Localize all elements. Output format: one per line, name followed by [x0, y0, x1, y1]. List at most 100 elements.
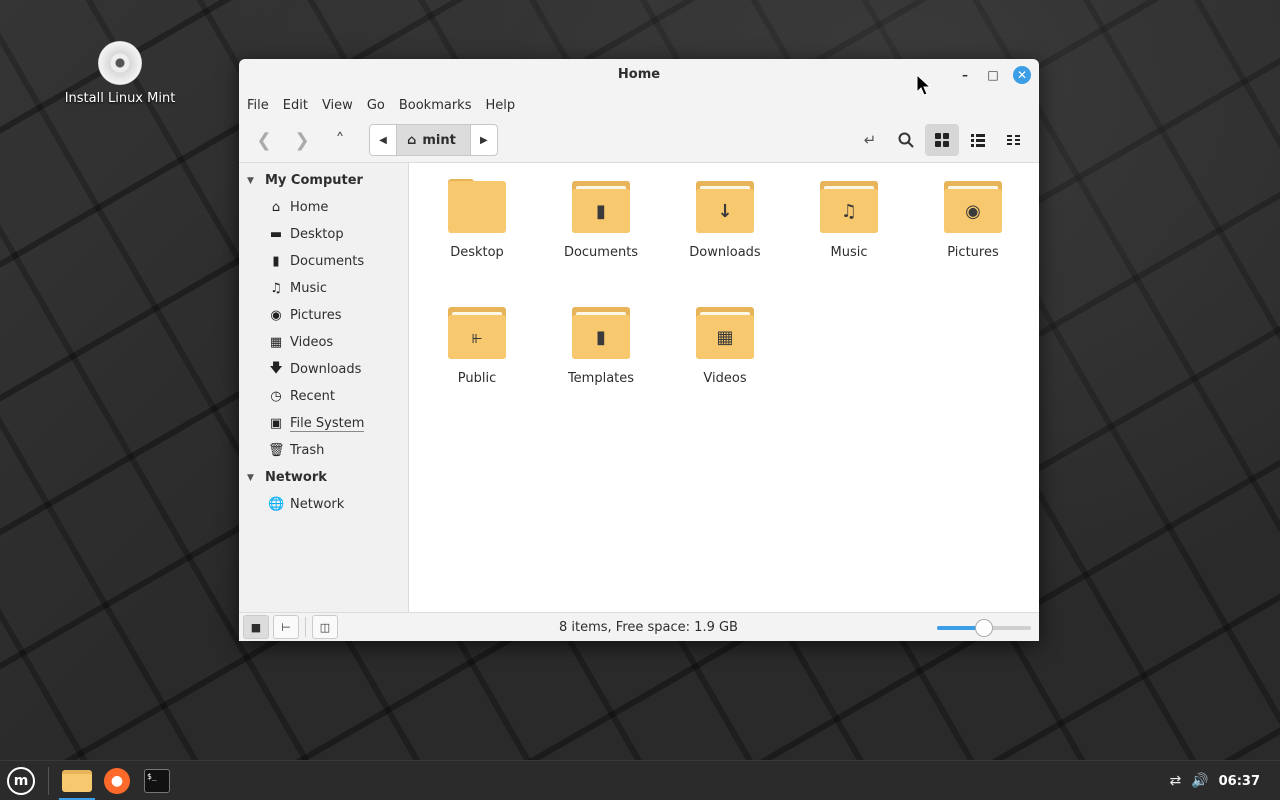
sidebar-item-network[interactable]: 🌐 Network — [239, 491, 408, 518]
taskbar-app-files[interactable] — [57, 761, 97, 800]
mouse-cursor — [916, 73, 932, 100]
file-item-label: Pictures — [947, 245, 999, 260]
show-treeview-button[interactable]: ⊢ — [273, 615, 299, 639]
folder-template-icon: ▮ — [572, 307, 630, 361]
path-crumb-home[interactable]: ⌂ mint — [396, 125, 471, 155]
sidebar-item-downloads[interactable]: 🡇 Downloads — [239, 356, 408, 383]
file-item-music[interactable]: ♫ Music — [787, 177, 911, 289]
desktop-icon-install-linux-mint[interactable]: Install Linux Mint — [60, 38, 180, 106]
disc-icon — [98, 41, 142, 85]
folder-music-icon: ♫ — [820, 181, 878, 235]
toolbar: ❮ ❯ ˄ ◀ ⌂ mint ▶ ↵ — [239, 119, 1039, 161]
clock-icon: ◷ — [270, 389, 282, 404]
zoom-slider[interactable] — [937, 619, 1031, 637]
menu-file[interactable]: File — [247, 98, 269, 113]
search-button[interactable] — [889, 124, 923, 156]
file-item-label: Documents — [563, 245, 639, 260]
file-item-label: Desktop — [450, 245, 504, 260]
hide-sidebar-button[interactable]: ◫ — [312, 615, 338, 639]
sidebar-item-label: Downloads — [290, 362, 362, 377]
folder-share-icon: ⫦ — [448, 307, 506, 361]
status-separator — [305, 617, 306, 637]
minimize-button[interactable]: – — [957, 67, 973, 83]
files-icon — [62, 769, 92, 792]
forward-button[interactable]: ❯ — [285, 124, 319, 156]
up-button[interactable]: ˄ — [323, 124, 357, 156]
sidebar-item-label: Desktop — [290, 227, 344, 242]
desktop-icon-label: Install Linux Mint — [64, 91, 176, 106]
home-icon: ⌂ — [271, 200, 281, 215]
folder-small-icon: ■ — [250, 620, 262, 634]
firefox-icon: ● — [104, 767, 130, 794]
path-left-arrow[interactable]: ◀ — [370, 125, 396, 155]
file-item-label: Videos — [703, 371, 747, 386]
sidebar-item-trash[interactable]: 🗑 Trash — [239, 437, 408, 464]
sidebar-item-label: Home — [290, 200, 329, 215]
terminal-icon: $_ — [144, 768, 170, 793]
sidebar-item-home[interactable]: ⌂ Home — [239, 194, 408, 221]
menu-go[interactable]: Go — [367, 98, 385, 113]
sidebar-item-file-system[interactable]: ▣ File System — [239, 410, 408, 437]
sidebar-item-music[interactable]: ♫ Music — [239, 275, 408, 302]
list-icon — [971, 134, 985, 147]
file-item-downloads[interactable]: ↓ Downloads — [663, 177, 787, 289]
file-item-public[interactable]: ⫦ Public — [415, 303, 539, 415]
icon-view-button[interactable] — [925, 124, 959, 156]
start-menu-button[interactable]: m — [0, 761, 42, 800]
status-bar: ■ ⊢ ◫ 8 items, Free space: 1.9 GB — [239, 612, 1039, 641]
taskbar-app-terminal[interactable]: $_ — [137, 761, 177, 800]
folder-film-icon: ▦ — [696, 307, 754, 361]
sidebar-item-recent[interactable]: ◷ Recent — [239, 383, 408, 410]
folder-document-icon: ▮ — [572, 181, 630, 235]
file-item-videos[interactable]: ▦ Videos — [663, 303, 787, 415]
sidebar-item-label: Documents — [290, 254, 365, 269]
sidebar-item-pictures[interactable]: ◉ Pictures — [239, 302, 408, 329]
menu-help[interactable]: Help — [485, 98, 515, 113]
list-view-button[interactable] — [961, 124, 995, 156]
sidebar-section-label: My Computer — [265, 173, 363, 188]
file-item-desktop[interactable]: Desktop — [415, 177, 539, 289]
network-icon[interactable]: ⇄ — [1169, 773, 1181, 789]
sidebar-item-desktop[interactable]: ▬ Desktop — [239, 221, 408, 248]
file-item-documents[interactable]: ▮ Documents — [539, 177, 663, 289]
maximize-button[interactable]: □ — [985, 67, 1001, 83]
close-button[interactable]: ✕ — [1013, 66, 1031, 84]
path-right-arrow[interactable]: ▶ — [471, 125, 497, 155]
film-icon: ▦ — [269, 335, 283, 350]
volume-icon[interactable]: 🔊 — [1191, 773, 1208, 789]
menu-view[interactable]: View — [322, 98, 353, 113]
tree-icon: ⊢ — [281, 620, 291, 634]
file-item-pictures[interactable]: ◉ Pictures — [911, 177, 1035, 289]
file-item-templates[interactable]: ▮ Templates — [539, 303, 663, 415]
file-item-label: Public — [457, 371, 497, 386]
file-view[interactable]: Desktop ▮ Documents ↓ Downloads ♫ Music … — [409, 163, 1039, 612]
toggle-location-button[interactable]: ↵ — [853, 124, 887, 156]
sidebar-section-network[interactable]: ▼ Network — [239, 464, 408, 491]
menu-bookmarks[interactable]: Bookmarks — [399, 98, 472, 113]
show-places-button[interactable]: ■ — [243, 615, 269, 639]
path-crumb-label: mint — [422, 132, 456, 148]
content-area: ▼ My Computer ⌂ Home ▬ Desktop ▮ Documents … — [239, 162, 1039, 612]
search-icon — [898, 132, 914, 148]
window-title: Home — [617, 67, 661, 82]
menu-edit[interactable]: Edit — [283, 98, 308, 113]
file-item-label: Music — [830, 245, 868, 260]
compact-view-button[interactable] — [997, 124, 1031, 156]
mint-logo-icon: m — [7, 766, 35, 795]
path-bar: ◀ ⌂ mint ▶ — [369, 124, 498, 156]
taskbar-app-firefox[interactable]: ● — [97, 761, 137, 800]
download-icon: 🡇 — [269, 360, 283, 376]
zoom-slider-handle[interactable] — [975, 619, 993, 637]
sidebar-item-documents[interactable]: ▮ Documents — [239, 248, 408, 275]
clock[interactable]: 06:37 — [1219, 774, 1260, 789]
sidebar-item-label: Recent — [290, 389, 335, 404]
folder-download-icon: ↓ — [696, 181, 754, 235]
music-icon: ♫ — [270, 281, 282, 296]
back-button[interactable]: ❮ — [247, 124, 281, 156]
sidebar-item-videos[interactable]: ▦ Videos — [239, 329, 408, 356]
sidebar-section-my-computer[interactable]: ▼ My Computer — [239, 167, 408, 194]
grid-icon — [935, 133, 949, 147]
sidebar: ▼ My Computer ⌂ Home ▬ Desktop ▮ Documents … — [239, 163, 409, 612]
drive-icon: ▣ — [269, 416, 283, 431]
home-icon: ⌂ — [407, 132, 417, 148]
